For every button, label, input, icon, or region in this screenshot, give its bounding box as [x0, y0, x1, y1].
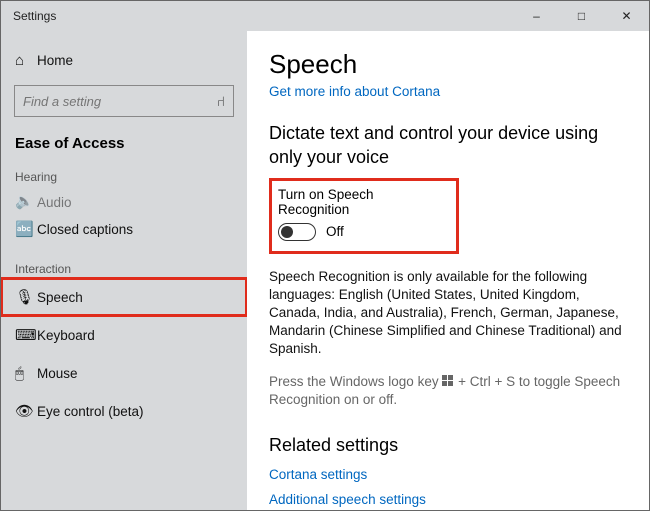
sidebar-item-mouse[interactable]: 🖱 Mouse — [1, 354, 247, 392]
windows-logo-icon — [442, 375, 454, 387]
maximize-button[interactable]: □ — [559, 1, 604, 31]
page-title: Speech — [269, 49, 627, 80]
related-heading: Related settings — [269, 433, 627, 457]
minimize-button[interactable]: – — [514, 1, 559, 31]
sidebar-item-keyboard[interactable]: ⌨ Keyboard — [1, 316, 247, 354]
speaker-icon: 🔈 — [15, 192, 37, 210]
home-nav[interactable]: ⌂ Home — [1, 41, 247, 79]
shortcut-text: Press the Windows logo key + Ctrl + S to… — [269, 373, 627, 409]
speech-recognition-toggle-group: Turn on Speech Recognition Off — [269, 178, 459, 254]
titlebar: Settings – □ ✕ — [1, 1, 649, 31]
sidebar: ⌂ Home ⑁ Ease of Access Hearing 🔈 Audio … — [1, 31, 247, 510]
mouse-icon: 🖱 — [15, 365, 37, 382]
cortana-info-link[interactable]: Get more info about Cortana — [269, 84, 627, 99]
window-controls: – □ ✕ — [514, 1, 649, 31]
toggle-label: Turn on Speech Recognition — [276, 187, 446, 217]
home-icon: ⌂ — [15, 52, 37, 69]
sidebar-item-label: Keyboard — [37, 328, 95, 343]
sidebar-item-speech[interactable]: 🎙 Speech — [1, 278, 247, 316]
availability-text: Speech Recognition is only available for… — [269, 268, 627, 359]
sidebar-category: Ease of Access — [1, 127, 247, 156]
speech-recognition-toggle[interactable] — [278, 223, 316, 241]
cc-icon: 🔤 — [15, 220, 37, 238]
microphone-icon: 🎙 — [15, 288, 37, 306]
home-label: Home — [37, 53, 73, 68]
sidebar-item-label: Audio — [37, 195, 72, 210]
additional-speech-settings-link[interactable]: Additional speech settings — [269, 492, 627, 507]
sidebar-item-label: Closed captions — [37, 222, 133, 237]
sidebar-item-label: Speech — [37, 290, 83, 305]
cortana-settings-link[interactable]: Cortana settings — [269, 467, 627, 482]
search-box[interactable]: ⑁ — [14, 85, 234, 117]
sidebar-item-audio[interactable]: 🔈 Audio — [1, 186, 247, 210]
close-button[interactable]: ✕ — [604, 1, 649, 31]
sidebar-group-hearing: Hearing — [1, 156, 247, 186]
eye-icon: 👁 — [15, 402, 37, 420]
related-settings: Related settings Cortana settings Additi… — [269, 433, 627, 507]
sidebar-item-label: Eye control (beta) — [37, 404, 144, 419]
content-pane: Speech Get more info about Cortana Dicta… — [247, 31, 649, 510]
section-heading: Dictate text and control your device usi… — [269, 121, 627, 170]
sidebar-item-eye-control[interactable]: 👁 Eye control (beta) — [1, 392, 247, 430]
window-title: Settings — [1, 9, 514, 23]
keyboard-icon: ⌨ — [15, 326, 37, 344]
toggle-knob — [281, 226, 293, 238]
search-input[interactable] — [23, 94, 217, 109]
sidebar-item-closed-captions[interactable]: 🔤 Closed captions — [1, 210, 247, 248]
toggle-state: Off — [326, 224, 344, 239]
sidebar-item-label: Mouse — [37, 366, 78, 381]
sidebar-group-interaction: Interaction — [1, 248, 247, 278]
search-icon: ⑁ — [217, 93, 225, 109]
